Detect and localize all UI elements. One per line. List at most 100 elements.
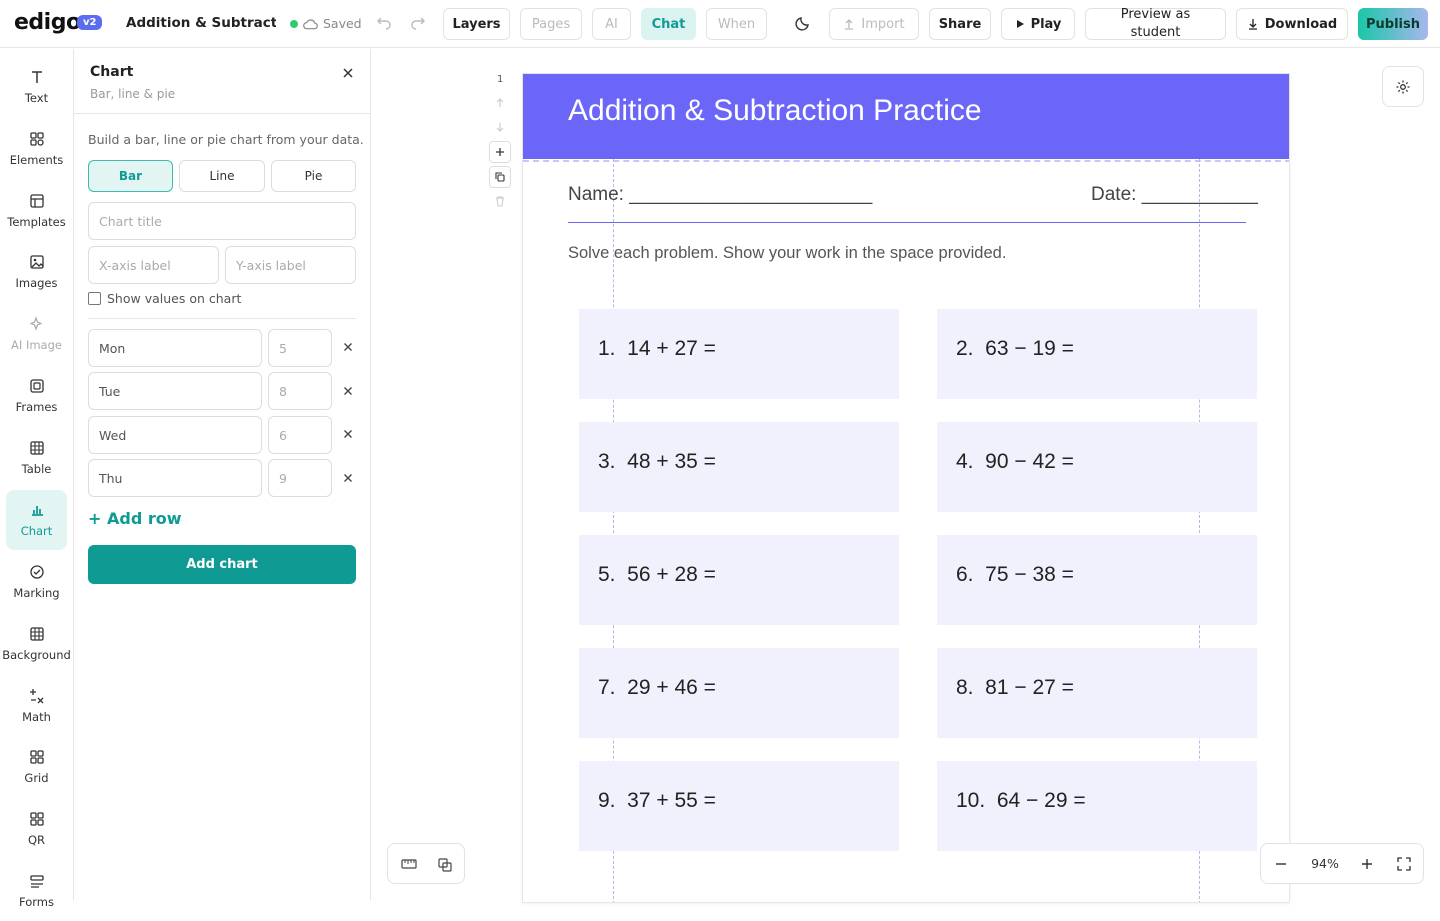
problem-card[interactable]: 1. 14 + 27 =: [579, 309, 899, 399]
when-button[interactable]: When: [706, 8, 767, 40]
rail-item-background[interactable]: Background: [2, 614, 71, 674]
rail-item-marking[interactable]: Marking: [6, 552, 67, 612]
problem-text: 7. 29 + 46 =: [598, 676, 716, 699]
chart-type-line[interactable]: Line: [179, 160, 265, 192]
play-button[interactable]: Play: [1001, 8, 1075, 40]
download-icon: [1248, 19, 1257, 30]
rail-item-forms[interactable]: Forms: [6, 861, 67, 921]
name-field[interactable]: Name: _______________________: [568, 184, 872, 206]
instructions[interactable]: Solve each problem. Show your work in th…: [568, 244, 1006, 263]
row-label-input[interactable]: Thu: [88, 459, 262, 497]
show-values-checkbox[interactable]: Show values on chart: [88, 291, 241, 306]
add-chart-button[interactable]: Add chart: [88, 545, 356, 584]
problem-card[interactable]: 2. 63 − 19 =: [937, 309, 1257, 399]
download-button[interactable]: Download: [1236, 8, 1348, 40]
problem-card[interactable]: 3. 48 + 35 =: [579, 422, 899, 512]
rail-item-text[interactable]: Text: [6, 57, 67, 117]
row-value-input[interactable]: 9: [268, 459, 332, 497]
problem-card[interactable]: 7. 29 + 46 =: [579, 648, 899, 738]
delete-page-icon[interactable]: [489, 190, 511, 212]
row-value-input[interactable]: 5: [268, 329, 332, 367]
play-label: Play: [1030, 16, 1062, 32]
y-axis-label-input[interactable]: Y-axis label: [225, 246, 356, 284]
publish-button[interactable]: Publish: [1358, 8, 1428, 40]
problem-text: 1. 14 + 27 =: [598, 337, 716, 360]
forms-icon: [29, 875, 44, 888]
rail-item-elements[interactable]: Elements: [6, 119, 67, 179]
layers-button[interactable]: Layers: [443, 8, 510, 40]
ai-button[interactable]: AI: [592, 8, 631, 40]
rail-item-frames[interactable]: Frames: [6, 366, 67, 426]
row-value-input[interactable]: 6: [268, 416, 332, 454]
templates-icon: [29, 194, 44, 208]
fullscreen-icon[interactable]: [1397, 857, 1411, 871]
add-row-button[interactable]: + Add row: [88, 509, 182, 528]
close-icon[interactable]: [342, 67, 354, 79]
worksheet-page[interactable]: Addition & Subtraction Practice Name: __…: [522, 73, 1290, 903]
snap-icon[interactable]: [437, 857, 453, 873]
chart-type-bar[interactable]: Bar: [88, 160, 173, 192]
worksheet-title[interactable]: Addition & Subtraction Practice: [568, 94, 982, 128]
problem-card[interactable]: 10. 64 − 29 =: [937, 761, 1257, 851]
import-button[interactable]: Import: [829, 8, 919, 40]
remove-row-icon[interactable]: [342, 472, 354, 484]
app-logo[interactable]: edigo: [14, 10, 81, 35]
checkbox-box[interactable]: [88, 292, 101, 305]
ruler-icon[interactable]: [401, 857, 417, 871]
rail-item-table[interactable]: Table: [6, 428, 67, 488]
date-field[interactable]: Date: ___________: [1091, 184, 1258, 206]
remove-row-icon[interactable]: [342, 341, 354, 353]
row-label-input[interactable]: Tue: [88, 372, 262, 410]
problem-text: 8. 81 − 27 =: [956, 676, 1074, 699]
move-page-down-icon[interactable]: [489, 116, 511, 138]
problem-card[interactable]: 5. 56 + 28 =: [579, 535, 899, 625]
chat-button[interactable]: Chat: [641, 8, 696, 40]
preview-as-student-button[interactable]: Preview as student: [1085, 7, 1226, 40]
problem-card[interactable]: 6. 75 − 38 =: [937, 535, 1257, 625]
rail-item-grid[interactable]: Grid: [6, 737, 67, 797]
page-settings-button[interactable]: [1382, 66, 1424, 107]
problem-card[interactable]: 9. 37 + 55 =: [579, 761, 899, 851]
grid-squares-icon: [29, 750, 44, 764]
divider: [88, 318, 356, 319]
rail-item-math[interactable]: Math: [6, 676, 67, 736]
zoom-control: 94%: [1260, 843, 1424, 884]
rail-item-chart[interactable]: Chart: [6, 490, 67, 550]
document-title[interactable]: Addition & Subtraction Practice: [126, 15, 276, 31]
rail-item-label: Frames: [15, 400, 58, 414]
redo-icon[interactable]: [410, 14, 426, 30]
page-number: 1: [497, 74, 504, 85]
zoom-out-icon[interactable]: [1275, 858, 1287, 870]
rail-item-qr[interactable]: QR: [6, 799, 67, 859]
x-axis-label-input[interactable]: X-axis label: [88, 246, 219, 284]
image-icon: [29, 255, 44, 269]
chart-type-pie[interactable]: Pie: [271, 160, 356, 192]
share-button[interactable]: Share: [929, 8, 991, 40]
pages-button[interactable]: Pages: [520, 8, 582, 40]
problem-card[interactable]: 4. 90 − 42 =: [937, 422, 1257, 512]
chart-title-input[interactable]: Chart title: [88, 202, 356, 240]
remove-row-icon[interactable]: [342, 385, 354, 397]
remove-row-icon[interactable]: [342, 428, 354, 440]
problem-text: 2. 63 − 19 =: [956, 337, 1074, 360]
rail-item-images[interactable]: Images: [6, 242, 67, 302]
row-label-input[interactable]: Mon: [88, 329, 262, 367]
rail-item-label: Templates: [7, 215, 66, 229]
move-page-up-icon[interactable]: [489, 92, 511, 114]
row-label-input[interactable]: Wed: [88, 416, 262, 454]
rail-item-ai-image[interactable]: AI Image: [6, 304, 67, 364]
text-icon: [31, 71, 42, 83]
problem-text: 4. 90 − 42 =: [956, 450, 1074, 473]
duplicate-page-icon[interactable]: [489, 166, 511, 188]
problem-card[interactable]: 8. 81 − 27 =: [937, 648, 1257, 738]
undo-icon[interactable]: [376, 14, 392, 30]
row-value-input[interactable]: 8: [268, 372, 332, 410]
add-page-icon[interactable]: [489, 141, 511, 163]
problem-text: 9. 37 + 55 =: [598, 789, 716, 812]
rail-item-label: Images: [15, 276, 58, 290]
selection-guide: [523, 160, 1289, 162]
zoom-level[interactable]: 94%: [1307, 856, 1343, 871]
moon-icon[interactable]: [795, 15, 811, 31]
zoom-in-icon[interactable]: [1361, 858, 1373, 870]
rail-item-templates[interactable]: Templates: [6, 181, 67, 241]
